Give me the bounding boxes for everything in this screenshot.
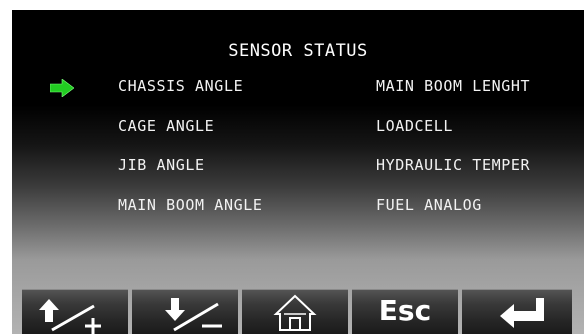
sensor-item-chassis-angle[interactable]: CHASSIS ANGLE [118, 77, 243, 95]
green-right-arrow-icon [50, 79, 74, 97]
sensor-item-main-boom-length[interactable]: MAIN BOOM LENGHT [376, 77, 530, 95]
page-title: SENSOR STATUS [228, 41, 368, 61]
sensor-item-fuel-analog[interactable]: FUEL ANALOG [376, 196, 482, 214]
enter-return-icon [500, 298, 544, 328]
sensor-item-cage-angle[interactable]: CAGE ANGLE [118, 117, 214, 135]
esc-button-label: Esc [378, 294, 432, 327]
scroll-up-button[interactable] [22, 289, 128, 334]
home-button[interactable] [242, 289, 348, 334]
device-frame: SENSOR STATUS CHASSIS ANGLE CAGE ANGLE J… [0, 0, 584, 334]
enter-button[interactable] [462, 289, 572, 334]
arrow-down-minus-icon [165, 298, 222, 332]
home-icon [273, 294, 317, 331]
sensor-item-hydraulic-temper[interactable]: HYDRAULIC TEMPER [376, 156, 530, 174]
hmi-screen: SENSOR STATUS CHASSIS ANGLE CAGE ANGLE J… [12, 10, 584, 334]
sensor-item-jib-angle[interactable]: JIB ANGLE [118, 156, 205, 174]
sensor-item-main-boom-angle[interactable]: MAIN BOOM ANGLE [118, 196, 262, 214]
sensor-item-loadcell[interactable]: LOADCELL [376, 117, 453, 135]
bottom-toolbar: Esc [22, 289, 572, 334]
esc-button[interactable]: Esc [352, 289, 458, 334]
arrow-up-plus-icon [39, 299, 101, 334]
scroll-down-button[interactable] [132, 289, 238, 334]
